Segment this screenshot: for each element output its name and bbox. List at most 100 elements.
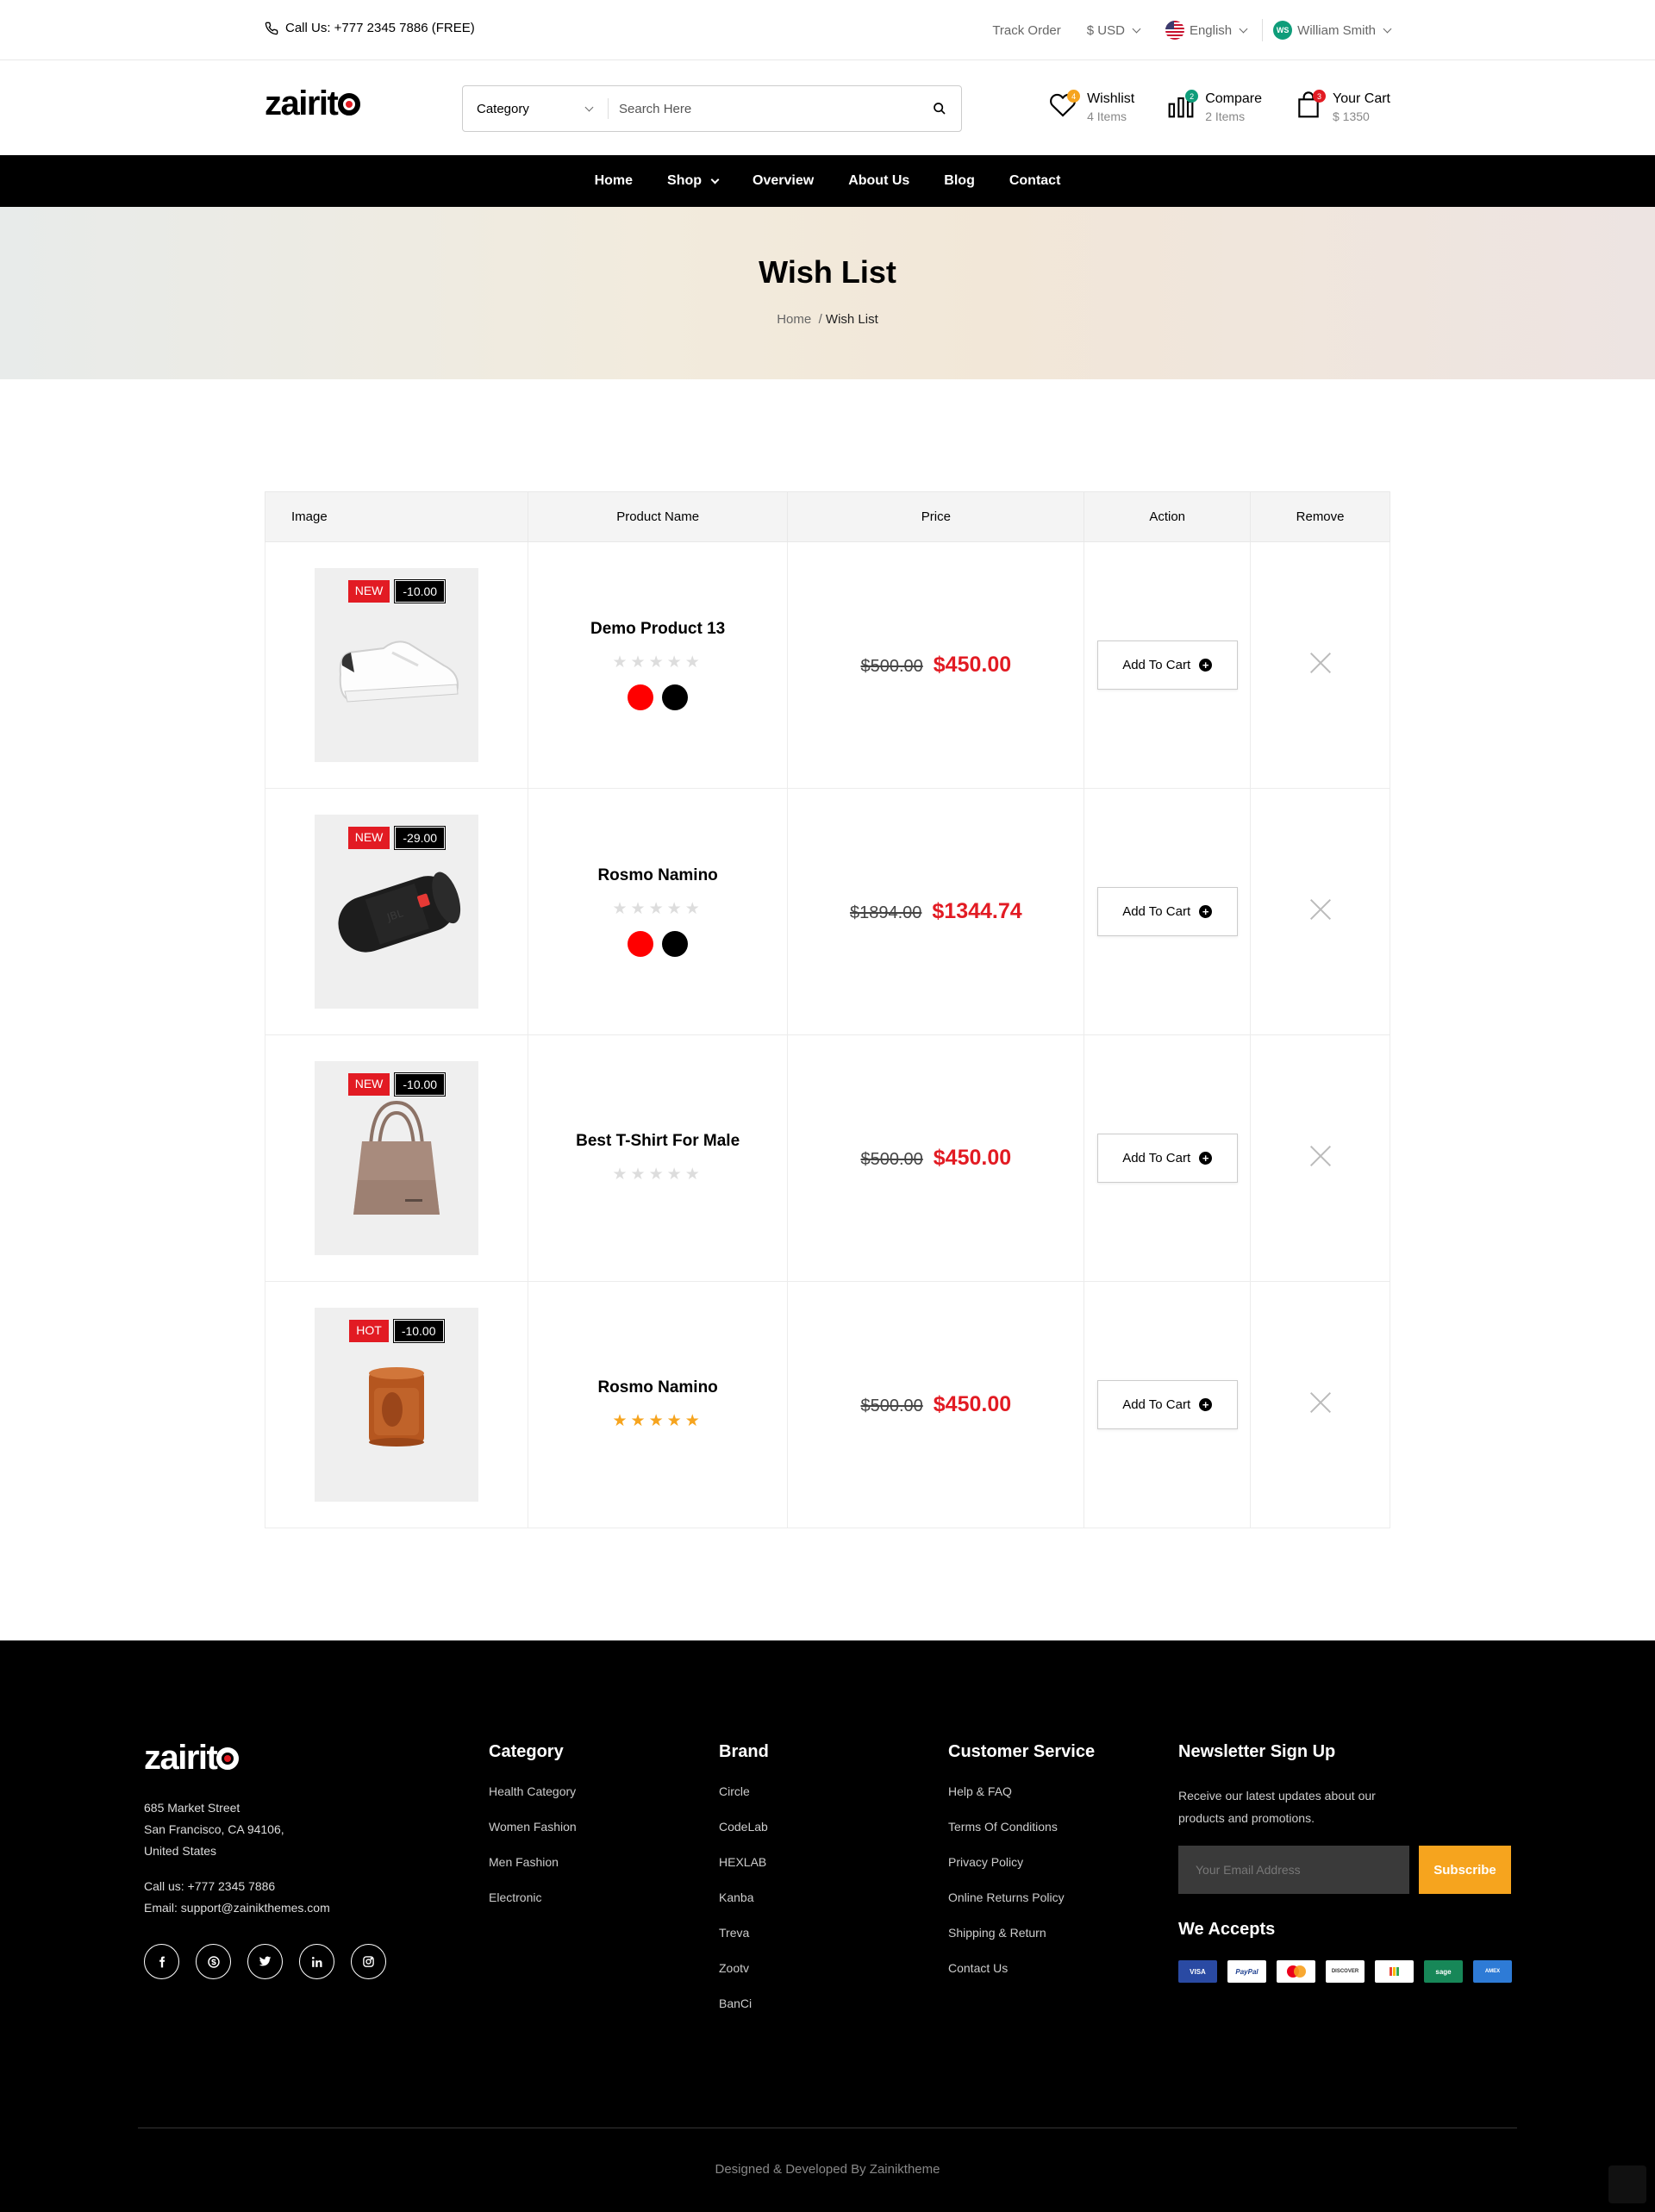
language-select[interactable]: English	[1165, 21, 1248, 40]
add-to-cart-button[interactable]: Add To Cart +	[1096, 1380, 1238, 1429]
add-to-cart-button[interactable]: Add To Cart +	[1096, 1134, 1238, 1183]
product-name[interactable]: Rosmo Namino	[528, 866, 788, 885]
cart-link[interactable]: 3 Your Cart $ 1350	[1295, 90, 1390, 123]
linkedin-icon[interactable]	[299, 1944, 334, 1979]
nav-home[interactable]: Home	[595, 173, 633, 189]
skype-icon[interactable]	[196, 1944, 231, 1979]
nav-blog[interactable]: Blog	[944, 173, 975, 189]
facebook-icon[interactable]	[144, 1944, 179, 1979]
discount-badge: -29.00	[394, 826, 447, 850]
product-thumbnail[interactable]: NEW -10.00	[314, 568, 478, 762]
remove-icon[interactable]	[1308, 1144, 1333, 1168]
wishlist-link[interactable]: 4 Wishlist 4 Items	[1049, 90, 1134, 123]
header-product-name: Product Name	[527, 491, 789, 542]
footer-logo[interactable]: zairit	[144, 1739, 240, 1778]
newsletter-title: Newsletter Sign Up	[1178, 1742, 1336, 1761]
star-icon: ★	[666, 1165, 685, 1184]
instagram-icon[interactable]	[351, 1944, 386, 1979]
star-icon: ★	[666, 653, 685, 672]
chevron-down-icon	[1239, 24, 1248, 33]
search-button[interactable]	[918, 86, 961, 131]
footer-link[interactable]: Men Fashion	[489, 1855, 577, 1890]
subscribe-button[interactable]: Subscribe	[1419, 1846, 1511, 1894]
add-to-cart-button[interactable]: Add To Cart +	[1096, 887, 1238, 936]
address-line: 685 Market Street	[144, 1801, 240, 1815]
color-swatches	[528, 684, 788, 710]
logo[interactable]: zairit	[265, 84, 361, 123]
add-to-cart-button[interactable]: Add To Cart +	[1096, 640, 1238, 690]
star-icon: ★	[612, 1412, 631, 1430]
footer-link[interactable]: Zootv	[719, 1961, 769, 1996]
remove-icon[interactable]	[1308, 897, 1333, 922]
header-remove: Remove	[1250, 491, 1390, 542]
logo-text: zairit	[265, 84, 339, 122]
star-icon: ★	[684, 1165, 703, 1184]
category-select[interactable]: Category	[463, 102, 608, 116]
footer-phone: Call us: +777 2345 7886	[144, 1879, 276, 1893]
search-input[interactable]	[609, 101, 918, 116]
footer-link[interactable]: Women Fashion	[489, 1820, 577, 1855]
divider	[1262, 19, 1264, 41]
user-menu[interactable]: WS William Smith	[1273, 21, 1392, 40]
compare-link[interactable]: 2 Compare 2 Items	[1167, 90, 1262, 123]
cell-remove	[1250, 1034, 1390, 1282]
color-swatch[interactable]	[628, 931, 654, 957]
breadcrumb-home[interactable]: Home	[777, 312, 811, 327]
product-badges: NEW -10.00	[315, 579, 478, 603]
cart-count-badge: 3	[1313, 90, 1326, 103]
color-swatch[interactable]	[662, 684, 689, 710]
footer-link[interactable]: Online Returns Policy	[948, 1890, 1095, 1926]
badge-label: NEW	[347, 580, 390, 603]
footer-link[interactable]: Treva	[719, 1926, 769, 1961]
nav-about[interactable]: About Us	[848, 173, 909, 189]
footer-link[interactable]: Contact Us	[948, 1961, 1095, 1996]
footer-link[interactable]: HEXLAB	[719, 1855, 769, 1890]
currency-select[interactable]: $ USD	[1087, 23, 1141, 38]
nav-shop-label: Shop	[667, 173, 703, 188]
footer-link[interactable]: Shipping & Return	[948, 1926, 1095, 1961]
track-order-link[interactable]: Track Order	[992, 23, 1060, 38]
product-name[interactable]: Best T-Shirt For Male	[528, 1132, 788, 1151]
footer-link[interactable]: Electronic	[489, 1890, 577, 1926]
footer-logo-text: zairit	[144, 1739, 218, 1777]
compare-label: Compare	[1205, 91, 1262, 106]
product-name[interactable]: Rosmo Namino	[528, 1378, 788, 1397]
footer-link[interactable]: Help & FAQ	[948, 1784, 1095, 1820]
color-swatch[interactable]	[628, 684, 654, 710]
back-to-top-button[interactable]	[1608, 2165, 1646, 2203]
call-info: Call Us: +777 2345 7886 (FREE)	[265, 21, 475, 35]
cell-remove	[1250, 541, 1390, 789]
address-line: San Francisco, CA 94106,	[144, 1822, 284, 1836]
cell-product-name: Demo Product 13 ★★★★★	[527, 541, 789, 789]
footer-link[interactable]: Health Category	[489, 1784, 577, 1820]
footer-link[interactable]: Circle	[719, 1784, 769, 1820]
footer-link[interactable]: Kanba	[719, 1890, 769, 1926]
star-icon: ★	[630, 900, 649, 918]
remove-icon[interactable]	[1308, 651, 1333, 675]
footer-link[interactable]: Terms Of Conditions	[948, 1820, 1095, 1855]
chevron-down-icon	[1383, 24, 1392, 33]
footer-link[interactable]: Privacy Policy	[948, 1855, 1095, 1890]
newsletter-email-input[interactable]	[1178, 1846, 1409, 1894]
star-rating: ★★★★★	[528, 899, 788, 919]
footer-link[interactable]: BanCi	[719, 1996, 769, 2032]
footer-category-title: Category	[489, 1742, 564, 1761]
product-badges: NEW -29.00	[315, 826, 478, 850]
cell-product-name: Rosmo Namino ★★★★★	[527, 788, 789, 1035]
remove-icon[interactable]	[1308, 1390, 1333, 1415]
product-thumbnail[interactable]: HOT -10.00	[314, 1308, 478, 1502]
product-thumbnail[interactable]: NEW -10.00	[314, 1061, 478, 1255]
product-thumbnail[interactable]: NEW -29.00 JBL	[314, 815, 478, 1009]
sale-price: $450.00	[933, 653, 1012, 677]
product-name[interactable]: Demo Product 13	[528, 620, 788, 639]
twitter-icon[interactable]	[247, 1944, 283, 1979]
nav-overview[interactable]: Overview	[753, 173, 814, 189]
nav-shop[interactable]: Shop	[667, 173, 720, 189]
footer-email: Email: support@zainikthemes.com	[144, 1901, 330, 1915]
nav-contact[interactable]: Contact	[1009, 173, 1061, 189]
color-swatch[interactable]	[662, 931, 689, 957]
footer-link[interactable]: CodeLab	[719, 1820, 769, 1855]
product-badges: HOT -10.00	[315, 1319, 478, 1343]
star-icon: ★	[612, 900, 631, 918]
footer-address: 685 Market Street San Francisco, CA 9410…	[144, 1797, 316, 1862]
